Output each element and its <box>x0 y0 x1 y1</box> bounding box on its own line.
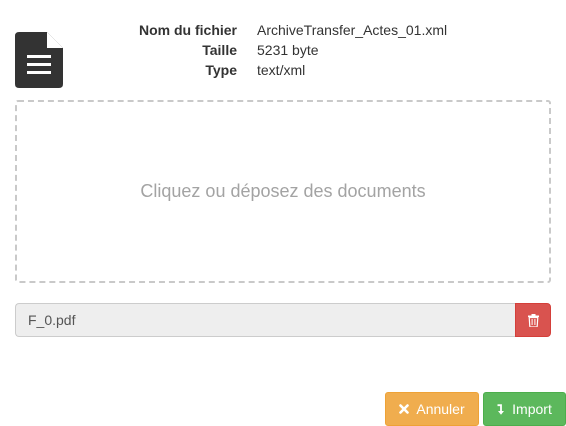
file-type-row: Type text/xml <box>120 60 447 80</box>
file-size-row: Taille 5231 byte <box>120 40 447 60</box>
file-size-value: 5231 byte <box>257 42 319 58</box>
level-down-icon <box>497 403 505 415</box>
dropzone-text: Cliquez ou déposez des documents <box>140 181 426 201</box>
file-dropzone[interactable]: Cliquez ou déposez des documents <box>15 100 551 283</box>
file-name-label: Nom du fichier <box>138 22 237 38</box>
delete-file-button[interactable] <box>515 303 551 337</box>
file-name-row: Nom du fichier ArchiveTransfer_Actes_01.… <box>120 20 447 40</box>
cancel-button-label: Annuler <box>416 401 465 417</box>
file-type-value: text/xml <box>257 62 306 78</box>
file-name-value: ArchiveTransfer_Actes_01.xml <box>257 22 448 38</box>
import-button[interactable]: Import <box>483 392 566 426</box>
file-text-icon <box>15 32 63 88</box>
attached-file-name: F_0.pdf <box>15 303 515 337</box>
attached-file-row: F_0.pdf <box>15 303 551 337</box>
file-size-label: Taille <box>202 42 237 58</box>
trash-icon <box>527 313 539 327</box>
cancel-button[interactable]: Annuler <box>385 392 479 426</box>
import-button-label: Import <box>512 401 552 417</box>
times-icon <box>399 404 410 414</box>
file-type-label: Type <box>205 62 237 78</box>
file-details: Nom du fichier ArchiveTransfer_Actes_01.… <box>120 20 447 80</box>
